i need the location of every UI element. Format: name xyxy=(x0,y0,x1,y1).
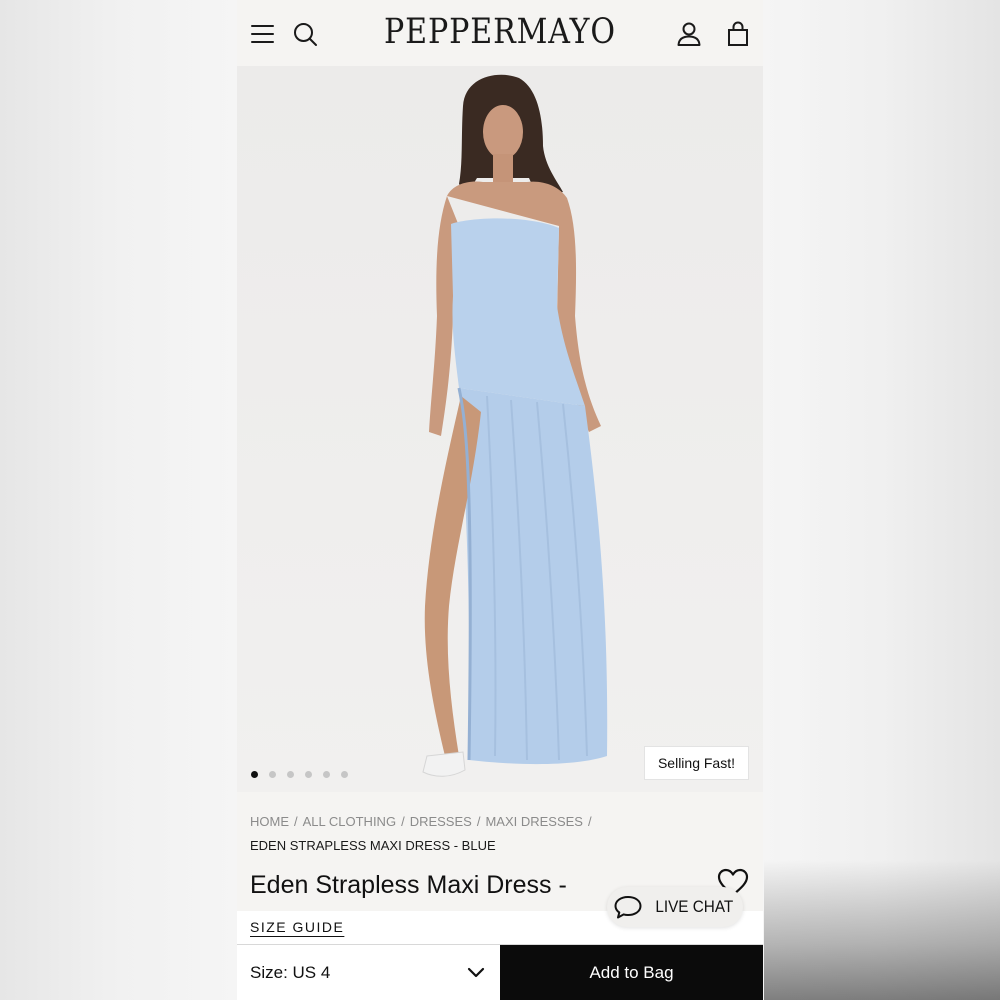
carousel-dot[interactable] xyxy=(287,771,294,778)
size-select-value: Size: US 4 xyxy=(250,963,331,982)
brand-logo[interactable]: PEPPERMAYO xyxy=(274,12,726,52)
carousel-dot[interactable] xyxy=(251,771,258,778)
mobile-viewport: PEPPERMAYO Selling Fast! HOME / ALL CLOT… xyxy=(237,0,763,1000)
user-icon[interactable] xyxy=(675,20,703,48)
purchase-bar: Size: US 4 Add to Bag xyxy=(237,944,763,1000)
carousel-dot[interactable] xyxy=(341,771,348,778)
product-photo xyxy=(422,74,608,777)
background-shade xyxy=(764,860,1000,1000)
size-guide-link[interactable]: SIZE GUIDE xyxy=(250,919,344,935)
size-select[interactable]: Size: US 4 xyxy=(237,945,500,1000)
add-to-bag-button[interactable]: Add to Bag xyxy=(500,945,763,1000)
breadcrumb-separator: / xyxy=(476,814,481,829)
breadcrumb-all-clothing[interactable]: ALL CLOTHING xyxy=(303,814,396,829)
breadcrumb-separator: / xyxy=(294,814,298,829)
live-chat-label: LIVE CHAT xyxy=(655,897,733,916)
breadcrumb-maxi-dresses[interactable]: MAXI DRESSES xyxy=(485,814,583,829)
product-image-gallery[interactable]: Selling Fast! xyxy=(237,66,763,792)
breadcrumb-current: EDEN STRAPLESS MAXI DRESS - BLUE xyxy=(250,838,496,853)
breadcrumb-separator: / xyxy=(587,814,592,829)
carousel-dot[interactable] xyxy=(323,771,330,778)
chevron-down-icon xyxy=(467,967,485,978)
carousel-dots xyxy=(251,771,348,778)
product-title: Eden Strapless Maxi Dress - xyxy=(250,871,567,899)
shopping-bag-icon[interactable] xyxy=(724,20,752,48)
breadcrumb-dresses[interactable]: DRESSES xyxy=(410,814,472,829)
live-chat-button[interactable]: LIVE CHAT xyxy=(607,887,743,927)
carousel-dot[interactable] xyxy=(269,771,276,778)
menu-icon[interactable] xyxy=(249,20,277,48)
chat-bubble-icon xyxy=(614,896,642,919)
carousel-dot[interactable] xyxy=(305,771,312,778)
breadcrumb-separator: / xyxy=(401,814,405,829)
breadcrumb-home[interactable]: HOME xyxy=(250,814,289,829)
breadcrumb: HOME / ALL CLOTHING / DRESSES / MAXI DRESSES / … xyxy=(250,810,750,858)
selling-fast-badge: Selling Fast! xyxy=(643,746,749,780)
site-header: PEPPERMAYO xyxy=(237,0,763,66)
